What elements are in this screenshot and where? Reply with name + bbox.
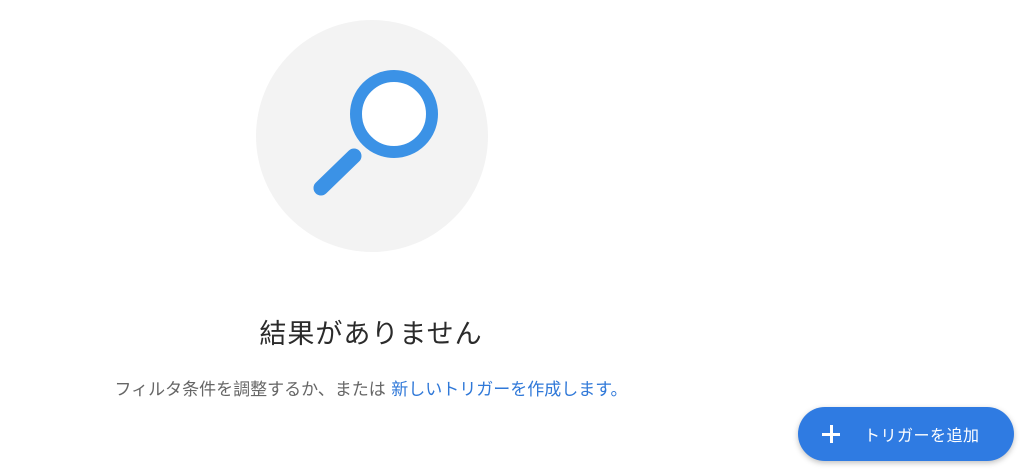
empty-state: 結果がありません フィルタ条件を調整するか、または 新しいトリガーを作成します。 [0,0,742,473]
empty-state-hint: フィルタ条件を調整するか、または 新しいトリガーを作成します。 [0,375,742,400]
add-trigger-label: トリガーを追加 [864,426,980,445]
empty-state-title: 結果がありません [259,319,483,350]
plus-icon [820,423,842,445]
create-trigger-link[interactable]: 新しいトリガーを作成します。 [391,380,627,400]
search-icon [313,70,438,196]
add-trigger-button[interactable]: トリガーを追加 [798,407,1014,461]
page: 結果がありません フィルタ条件を調整するか、または 新しいトリガーを作成します。… [0,0,1024,473]
empty-state-illustration [256,20,488,252]
hint-text: フィルタ条件を調整するか、または [114,380,392,400]
